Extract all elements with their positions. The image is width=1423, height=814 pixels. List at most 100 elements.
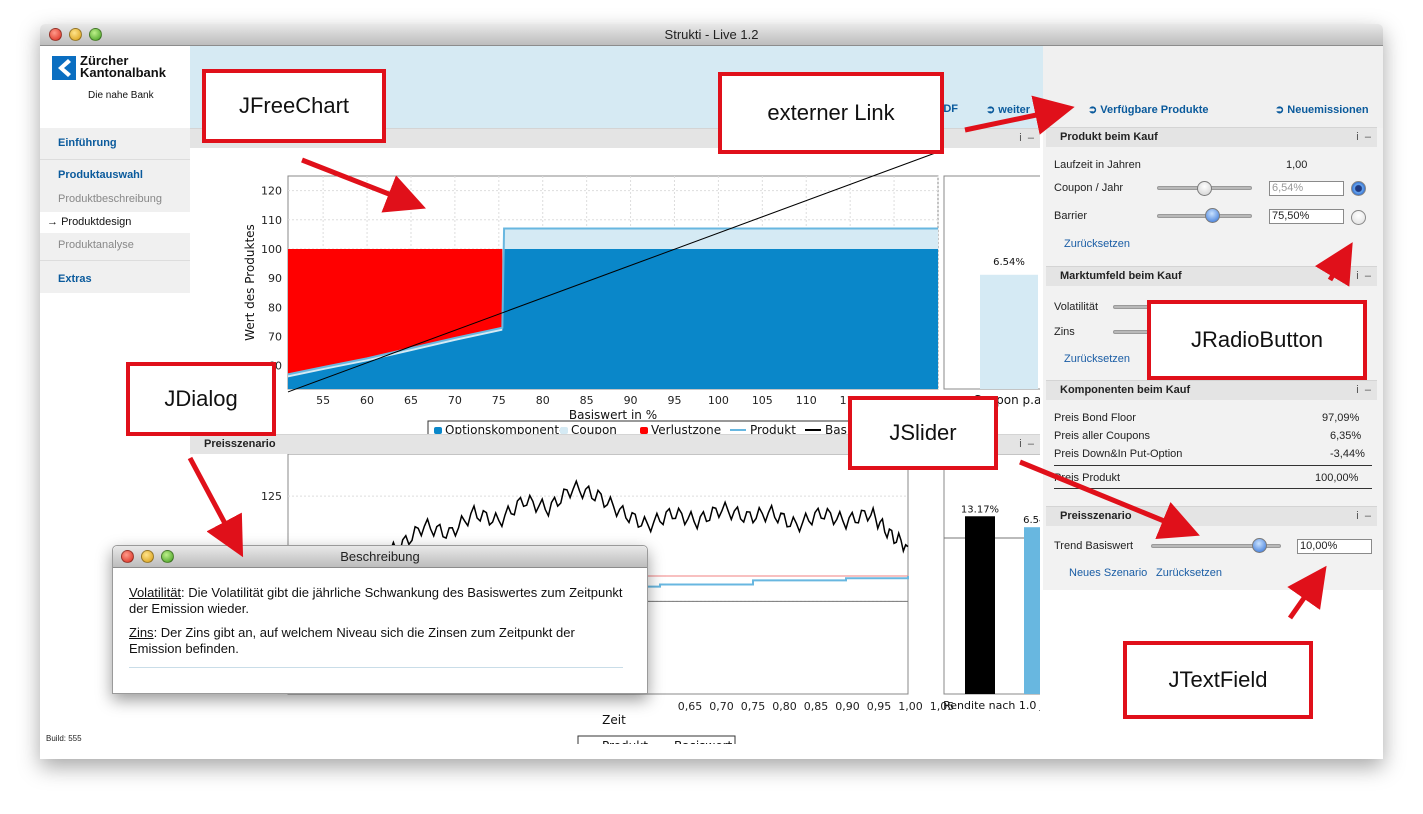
info-icon: i <box>1356 510 1359 522</box>
x-tick-label: 0,90 <box>835 700 860 713</box>
zoom-window-button[interactable] <box>89 28 102 41</box>
callout-jdialog: JDialog <box>126 362 276 436</box>
trend-field[interactable]: 10,00% <box>1297 539 1372 554</box>
panel-controls[interactable]: i – <box>1019 129 1034 148</box>
sidebar <box>40 128 190 293</box>
minimize-icon: – <box>1364 384 1371 396</box>
minimize-window-button[interactable] <box>69 28 82 41</box>
rendite-bar-label: 13.17% <box>961 504 999 515</box>
panel-controls[interactable]: i – <box>1356 507 1371 526</box>
laufzeit-value: 1,00 <box>1286 159 1308 171</box>
arrow-circle-icon: ➲ <box>986 104 999 116</box>
coupon-radio[interactable] <box>1351 181 1366 196</box>
x-tick-label: 85 <box>580 394 594 407</box>
minimize-icon: – <box>1027 132 1034 144</box>
rendite-bar-label: 6.54% <box>1023 515 1040 526</box>
neuemissionen-link[interactable]: ➲ Neuemissionen <box>1275 103 1369 116</box>
marktumfeld-reset-link[interactable]: Zurücksetzen <box>1064 353 1130 365</box>
beschreibung-dialog[interactable]: Beschreibung Volatilität: Die Volatilitä… <box>112 545 648 694</box>
preis-produkt-label: Preis Produkt <box>1054 472 1121 484</box>
x-axis-label: Zeit <box>602 713 626 727</box>
zins-description: Zins: Der Zins gibt an, auf welchem Nive… <box>129 625 575 656</box>
sidebar-item-produktanalyse[interactable]: Produktanalyse <box>58 239 134 251</box>
laufzeit-label: Laufzeit in Jahren <box>1054 159 1141 171</box>
szenario-reset-link[interactable]: Zurücksetzen <box>1156 567 1222 579</box>
komponente-value: 97,09% <box>1322 412 1360 424</box>
preisszenario-chart-title: Preisszenario <box>204 438 276 450</box>
minimize-icon: – <box>1364 131 1371 143</box>
barrier-field[interactable]: 75,50% <box>1269 209 1344 224</box>
callout-jslider: JSlider <box>848 396 998 470</box>
barrier-radio[interactable] <box>1351 210 1366 225</box>
coupon-field[interactable]: 6,54% <box>1269 181 1344 196</box>
komponenten-header: Komponenten beim Kauf i – <box>1046 380 1377 400</box>
legend-swatch <box>640 427 648 434</box>
y-tick-label: 100 <box>261 243 282 256</box>
x-tick-label: 95 <box>667 394 681 407</box>
komponente-label: Preis Down&In Put-Option <box>1054 448 1183 460</box>
x-tick-label: 0,70 <box>709 700 734 713</box>
legend-entry: Basiswert <box>674 739 733 744</box>
legend-entry: Produkt <box>602 739 648 744</box>
y-tick-label: 70 <box>268 330 282 343</box>
y-tick-label: 90 <box>268 272 282 285</box>
logo-area: Zürcher Kantonalbank Die nahe Bank <box>40 46 190 128</box>
produkt-kauf-header: Produkt beim Kauf i – <box>1046 127 1377 147</box>
title-bar: Strukti - Live 1.2 <box>40 24 1383 46</box>
panel-controls[interactable]: i – <box>1356 128 1371 147</box>
logo-tagline: Die nahe Bank <box>88 90 154 101</box>
dialog-close-button[interactable] <box>121 550 134 563</box>
minimize-icon: – <box>1364 510 1371 522</box>
barrier-slider-thumb[interactable] <box>1205 208 1220 223</box>
panel-controls[interactable]: i – <box>1356 267 1371 286</box>
coupon-slider-thumb[interactable] <box>1197 181 1212 196</box>
sidebar-item-produktbeschreibung[interactable]: Produktbeschreibung <box>58 193 162 205</box>
x-tick-label: 80 <box>536 394 550 407</box>
coupon-label: Coupon / Jahr <box>1054 182 1124 194</box>
sidebar-item-produktauswahl[interactable]: Produktauswahl <box>58 169 143 181</box>
x-tick-label: 110 <box>796 394 817 407</box>
x-tick-label: 0,80 <box>772 700 797 713</box>
weiter-link[interactable]: ➲ weiter <box>986 103 1030 116</box>
sidebar-item-produktdesign[interactable]: → Produktdesign <box>47 216 131 228</box>
info-icon: i <box>1019 438 1022 450</box>
komponente-label: Preis aller Coupons <box>1054 430 1150 442</box>
volatilitaet-label: Volatilität <box>1054 301 1099 313</box>
x-tick-label: 75 <box>492 394 506 407</box>
y-tick-label: 110 <box>261 214 282 227</box>
dialog-title-bar: Beschreibung <box>113 546 647 568</box>
minimize-icon: – <box>1027 438 1034 450</box>
y-tick-label: 120 <box>261 185 282 198</box>
y-tick-label: 80 <box>268 301 282 314</box>
bank-logo-icon <box>52 56 76 80</box>
trend-slider-thumb[interactable] <box>1252 538 1267 553</box>
sidebar-item-extras[interactable]: Extras <box>58 273 92 285</box>
x-tick-label: 0,95 <box>867 700 892 713</box>
panel-controls[interactable]: i – <box>1356 381 1371 400</box>
produkt-reset-link[interactable]: Zurücksetzen <box>1064 238 1130 250</box>
x-tick-label: 90 <box>624 394 638 407</box>
arrow-right-icon: → <box>47 216 58 228</box>
rendite-bar <box>1024 527 1040 694</box>
x-tick-label: 0,85 <box>804 700 829 713</box>
minimize-icon: – <box>1364 270 1371 282</box>
x-tick-label: 55 <box>316 394 330 407</box>
legend-swatch <box>560 427 568 434</box>
komponente-label: Preis Bond Floor <box>1054 412 1136 424</box>
barrier-label: Barrier <box>1054 210 1088 222</box>
neues-szenario-link[interactable]: Neues Szenario <box>1069 567 1147 579</box>
verfuegbare-produkte-link[interactable]: ➲ Verfügbare Produkte <box>1088 103 1208 116</box>
preisszenario-header: Preisszenario i – <box>1046 506 1377 526</box>
close-window-button[interactable] <box>49 28 62 41</box>
dialog-zoom-button[interactable] <box>161 550 174 563</box>
x-tick-label: 70 <box>448 394 462 407</box>
x-tick-label: 60 <box>360 394 374 407</box>
komponente-value: 6,35% <box>1330 430 1362 442</box>
info-icon: i <box>1356 131 1359 143</box>
arrow-circle-icon: ➲ <box>1275 104 1288 116</box>
sidebar-item-einfuehrung[interactable]: Einführung <box>58 137 117 149</box>
dialog-minimize-button[interactable] <box>141 550 154 563</box>
preis-produkt-value: 100,00% <box>1315 472 1359 484</box>
komponente-value: -3,44% <box>1330 448 1365 460</box>
panel-controls[interactable]: i – <box>1019 435 1034 454</box>
